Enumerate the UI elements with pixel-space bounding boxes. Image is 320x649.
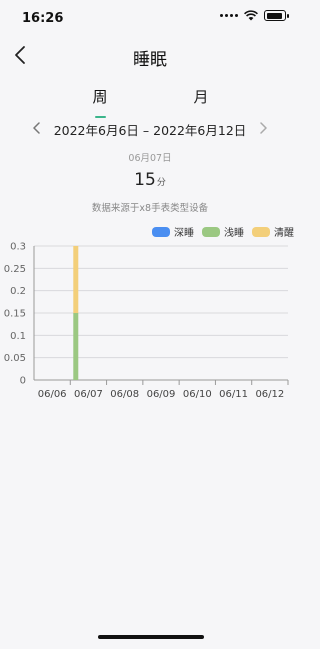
legend-swatch [152,226,170,237]
legend-label: 浅睡 [224,228,244,239]
legend-label: 清醒 [274,228,294,239]
y-tick-label: 0.3 [10,242,26,253]
x-tick-label: 06/10 [183,389,212,400]
legend-label: 深睡 [174,228,194,239]
bar-light [73,313,79,380]
period-tabs: 周 月 [0,86,300,118]
page-title: 睡眠 [133,50,167,70]
tab-week[interactable]: 周 [85,86,115,107]
y-tick-label: 0 [20,376,26,387]
legend-swatch [202,226,220,237]
y-tick-label: 0.1 [10,331,26,342]
y-tick-label: 0.15 [4,309,26,320]
legend-item-deep: 深睡 [152,224,194,239]
bar-awake [73,246,79,313]
duration-unit: 分 [156,178,166,188]
tab-month[interactable]: 月 [186,86,216,107]
selected-date: 06月07日 [128,153,172,164]
next-week-icon[interactable] [254,119,272,137]
chart-legend: 深睡 浅睡 清醒 [152,224,294,239]
signal-icon [220,14,238,17]
legend-item-light: 浅睡 [202,224,244,239]
date-range-selector: 2022年6月6日 – 2022年6月12日 [0,117,300,141]
y-tick-label: 0.05 [4,353,26,364]
legend-swatch [252,226,270,237]
nav-bar: 睡眠 [0,36,300,72]
x-tick-label: 06/07 [74,389,103,400]
home-indicator [98,635,204,639]
x-tick-label: 06/12 [255,389,284,400]
wifi-icon [244,10,258,21]
status-bar: 16:26 [0,0,300,36]
duration-value: 15 [134,170,156,190]
sleep-bar-chart[interactable]: 0 0.05 0.1 0.15 0.2 0.25 0.3 06/06 06/07 06/08 06/… [0,238,300,410]
status-icons [220,10,289,21]
sleep-duration: 15分 [0,170,300,190]
status-time: 16:26 [22,11,64,26]
x-tick-label: 06/06 [38,389,67,400]
y-tick-label: 0.2 [10,286,26,297]
battery-icon [264,10,289,21]
x-tick-label: 06/09 [147,389,176,400]
x-tick-label: 06/11 [219,389,248,400]
legend-item-awake: 清醒 [252,224,294,239]
y-tick-label: 0.25 [4,264,26,275]
data-source-note: 数据来源于x8手表类型设备 [91,203,209,214]
x-tick-label: 06/08 [110,389,139,400]
